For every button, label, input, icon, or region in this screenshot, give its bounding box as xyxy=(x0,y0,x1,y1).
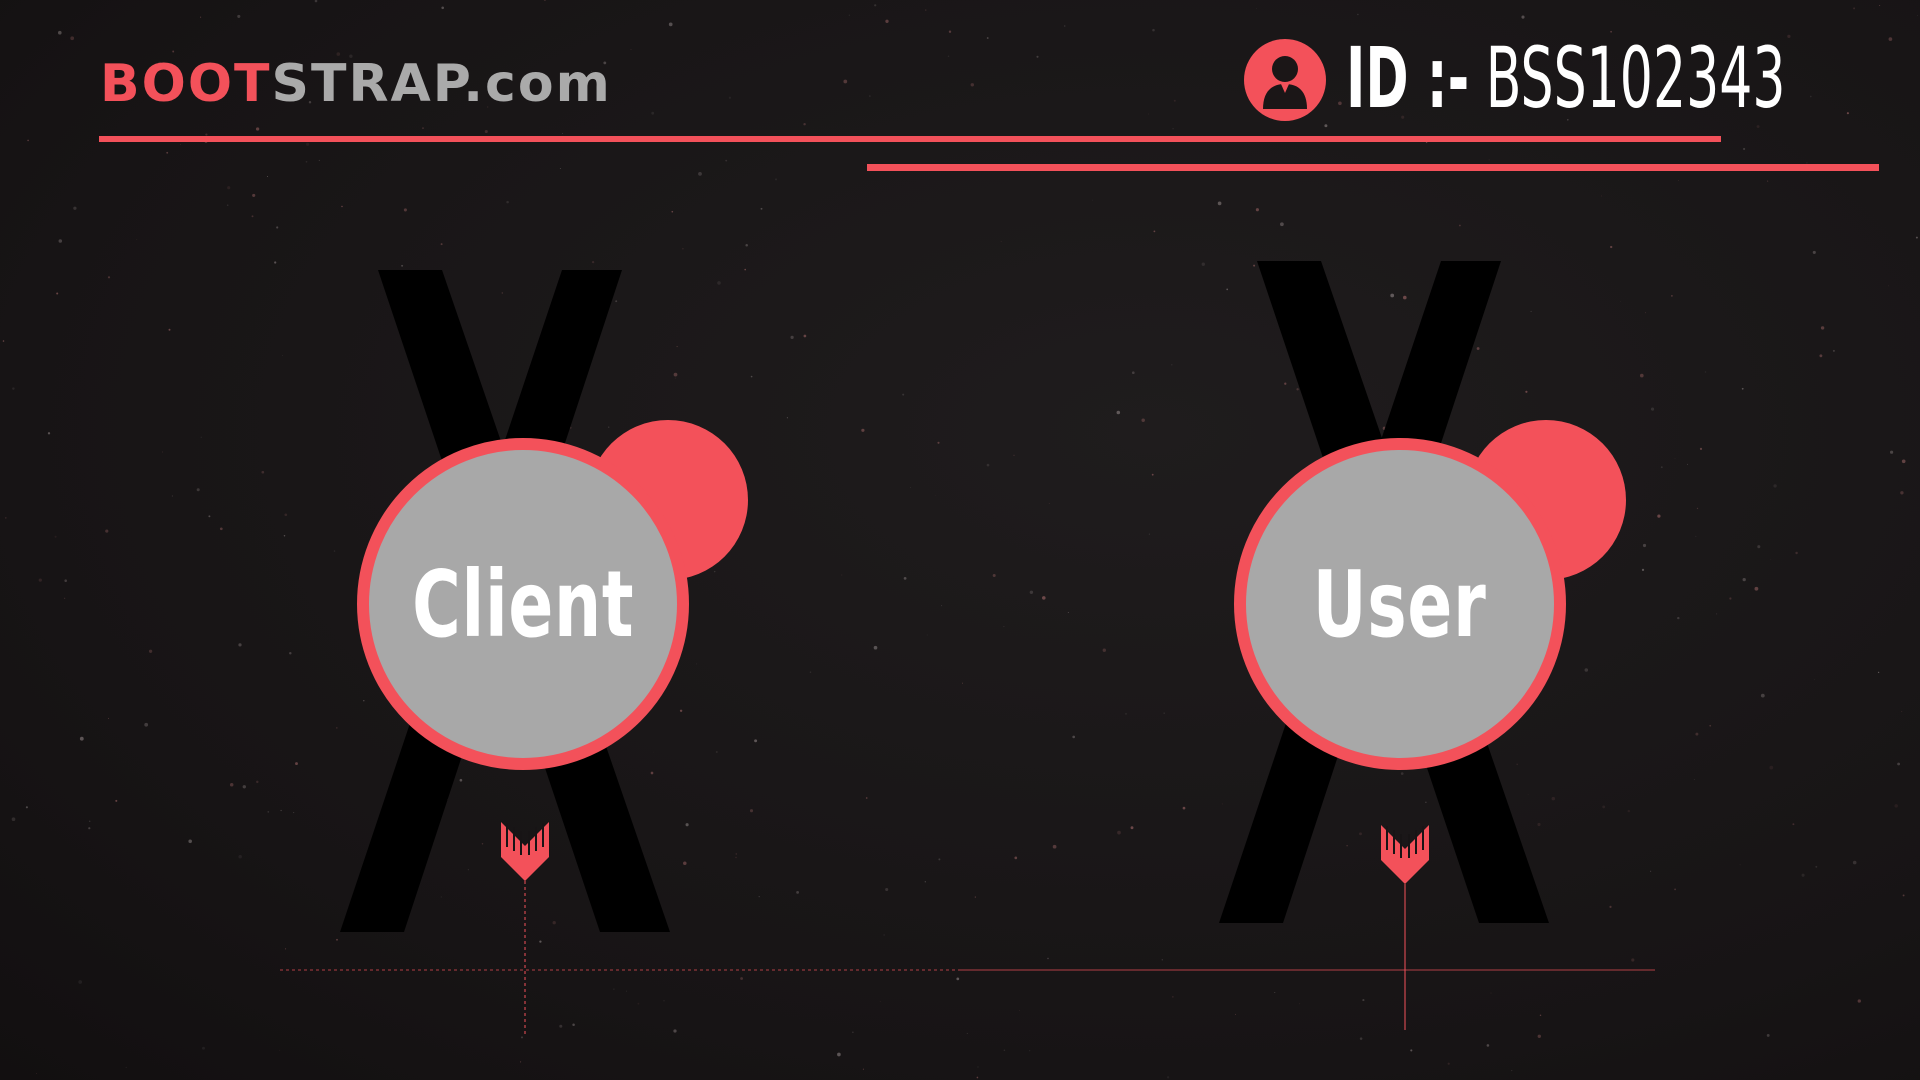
user-circle[interactable]: User xyxy=(1234,438,1566,770)
user-node: User xyxy=(1219,253,1639,1030)
down-chevron-marker-icon xyxy=(501,822,549,1035)
user-label: User xyxy=(1313,550,1487,658)
client-node: Client xyxy=(340,262,760,1035)
client-circle[interactable]: Client xyxy=(357,438,689,770)
down-chevron-marker-icon xyxy=(1381,825,1429,1030)
client-label: Client xyxy=(411,550,635,658)
